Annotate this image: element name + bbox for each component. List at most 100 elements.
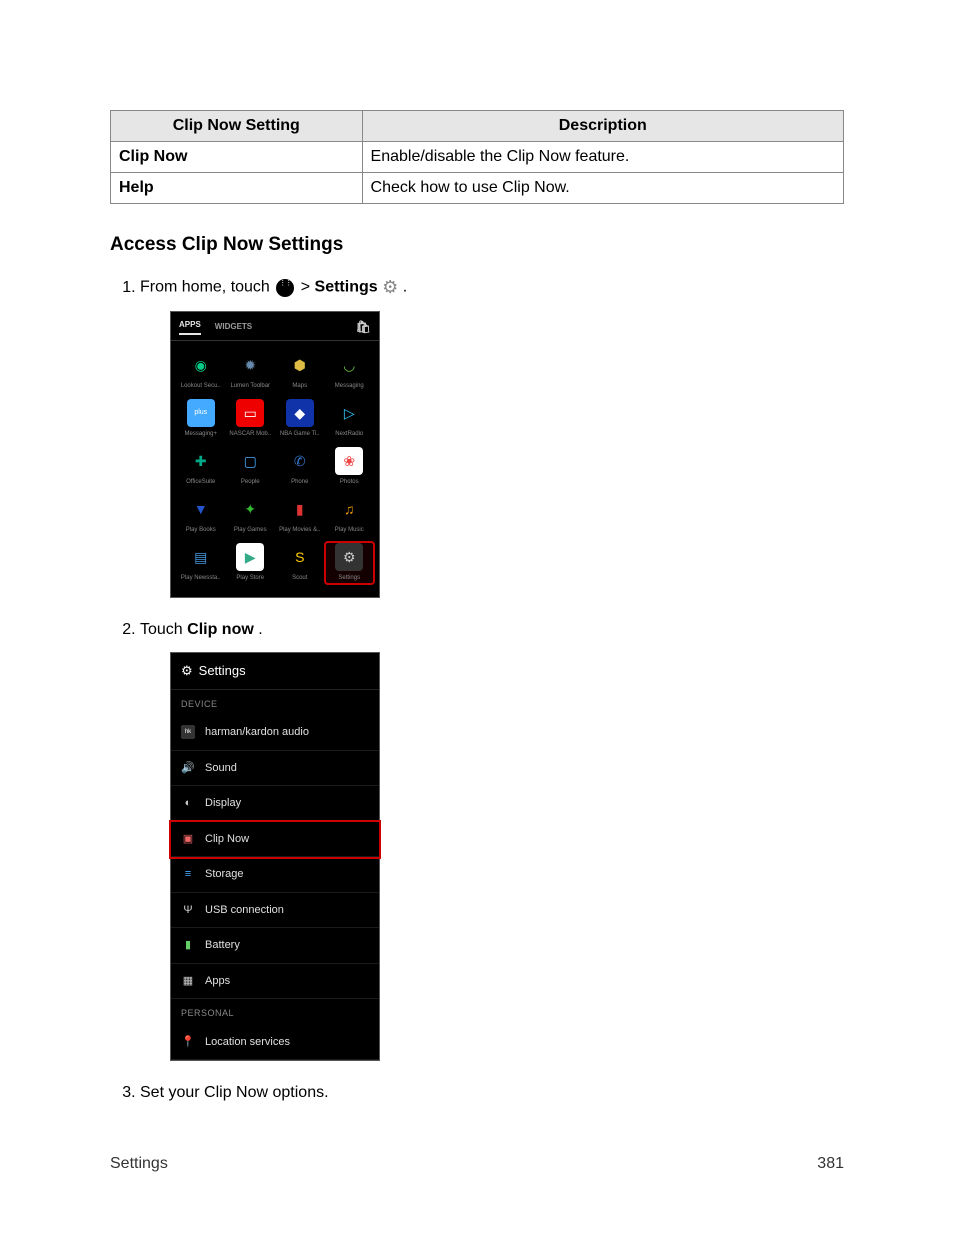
app-icon-messaging[interactable]: ◡ Messaging	[326, 351, 374, 391]
app-label: Lumen Toolbar	[230, 382, 270, 391]
app-drawer-tabs: APPS WIDGETS 🛍	[171, 312, 379, 341]
app-glyph-icon: ▢	[236, 447, 264, 475]
settings-item-icon: Ψ	[181, 903, 195, 917]
app-icon-maps[interactable]: ⬢Maps	[276, 351, 324, 391]
app-label: Play Newssta..	[181, 574, 221, 583]
app-icon-messaging-[interactable]: plusMessaging+	[177, 399, 225, 439]
app-glyph-icon: ▷	[335, 399, 363, 427]
gear-icon: ⚙	[181, 661, 193, 681]
settings-item-label: Sound	[205, 760, 237, 777]
app-label: NextRadio	[335, 430, 363, 439]
settings-item-label: Storage	[205, 866, 244, 883]
app-label: Lookout Secu..	[181, 382, 221, 391]
settings-item-icon: ≡	[181, 867, 195, 881]
app-glyph-icon: ✚	[187, 447, 215, 475]
col-header-setting: Clip Now Setting	[111, 111, 363, 142]
app-label: NASCAR Mob..	[229, 430, 271, 439]
settings-item-harman-kardon-audio[interactable]: hkharman/kardon audio	[171, 715, 379, 751]
settings-title: Settings	[199, 661, 246, 681]
app-label: Play Store	[236, 574, 264, 583]
settings-item-label: Battery	[205, 937, 240, 954]
app-icon-photos[interactable]: ❀Photos	[326, 447, 374, 487]
step2-pretext: Touch	[140, 621, 187, 638]
settings-item-sound[interactable]: 🔊 Sound	[171, 751, 379, 787]
app-icon-play-movies-[interactable]: ▮ Play Movies &..	[276, 495, 324, 535]
table-row: Clip Now Enable/disable the Clip Now fea…	[111, 142, 844, 173]
section-personal: PERSONAL	[171, 999, 379, 1025]
cell-description: Check how to use Clip Now.	[362, 173, 843, 204]
settings-item-icon: 🔊	[181, 761, 195, 775]
app-icon-play-books[interactable]: ▼Play Books	[177, 495, 225, 535]
settings-item-icon: 📍	[181, 1035, 195, 1049]
settings-item-label: harman/kardon audio	[205, 724, 309, 741]
settings-item-apps[interactable]: ▦Apps	[171, 964, 379, 1000]
app-icon-settings[interactable]: ⚙Settings	[326, 543, 374, 583]
app-label: Play Movies &..	[279, 526, 320, 535]
step2-bold: Clip now	[187, 621, 254, 638]
settings-item-battery[interactable]: ▮ Battery	[171, 928, 379, 964]
app-glyph-icon: ◡	[335, 351, 363, 379]
app-glyph-icon: ▭	[236, 399, 264, 427]
settings-item-clip-now[interactable]: ▣ Clip Now	[171, 822, 379, 858]
settings-item-label: Location services	[205, 1034, 290, 1051]
app-icon-scout[interactable]: SScout	[276, 543, 324, 583]
app-icon-play-store[interactable]: ▶ Play Store	[227, 543, 275, 583]
step-3: Set your Clip Now options.	[140, 1081, 844, 1105]
app-label: Play Music	[335, 526, 364, 535]
app-label: Play Games	[234, 526, 267, 535]
app-label: Play Books	[186, 526, 216, 535]
footer-section-label: Settings	[110, 1155, 168, 1173]
screenshot-settings-list: ⚙ Settings DEVICE hkharman/kardon audio🔊…	[170, 652, 380, 1061]
step2-period: .	[258, 621, 262, 638]
app-glyph-icon: ✹	[236, 351, 264, 379]
section-device: DEVICE	[171, 690, 379, 716]
app-icon-lumen-toolbar[interactable]: ✹ Lumen Toolbar	[227, 351, 275, 391]
app-label: Maps	[292, 382, 307, 391]
app-glyph-icon: ▤	[187, 543, 215, 571]
app-glyph-icon: ❀	[335, 447, 363, 475]
settings-item-location-services[interactable]: 📍 Location services	[171, 1025, 379, 1061]
shop-icon[interactable]: 🛍	[356, 318, 371, 336]
cell-setting: Clip Now	[111, 142, 363, 173]
screenshot-app-drawer: APPS WIDGETS 🛍 ◉ Lookout Secu.. ✹ Lumen Too…	[170, 311, 380, 598]
app-icon-play-games[interactable]: ✦ Play Games	[227, 495, 275, 535]
settings-item-storage[interactable]: ≡ Storage	[171, 857, 379, 893]
tab-widgets[interactable]: WIDGETS	[215, 321, 252, 333]
settings-item-icon: ▦	[181, 974, 195, 988]
settings-item-icon: ▮	[181, 938, 195, 952]
step-2: Touch Clip now . ⚙ Settings DEVICE hkhar…	[140, 618, 844, 1061]
clip-now-settings-table: Clip Now Setting Description Clip Now En…	[110, 110, 844, 204]
app-label: Messaging	[335, 382, 364, 391]
page-footer: Settings 381	[110, 1155, 844, 1173]
tab-apps[interactable]: APPS	[179, 319, 201, 335]
app-icon-nba-game-ti-[interactable]: ◆NBA Game Ti..	[276, 399, 324, 439]
cell-description: Enable/disable the Clip Now feature.	[362, 142, 843, 173]
app-icon-play-music[interactable]: ♫Play Music	[326, 495, 374, 535]
apps-drawer-icon	[276, 279, 294, 297]
app-glyph-icon: plus	[187, 399, 215, 427]
app-icon-lookout-secu-[interactable]: ◉ Lookout Secu..	[177, 351, 225, 391]
app-icon-officesuite[interactable]: ✚OfficeSuite	[177, 447, 225, 487]
app-glyph-icon: ◆	[286, 399, 314, 427]
app-icon-play-newssta-[interactable]: ▤ Play Newssta..	[177, 543, 225, 583]
app-icon-nextradio[interactable]: ▷ NextRadio	[326, 399, 374, 439]
cell-setting: Help	[111, 173, 363, 204]
app-icon-people[interactable]: ▢ People	[227, 447, 275, 487]
app-label: People	[241, 478, 260, 487]
app-label: Scout	[292, 574, 307, 583]
app-glyph-icon: ✆	[286, 447, 314, 475]
settings-item-display[interactable]: ◐ Display	[171, 786, 379, 822]
app-glyph-icon: ◉	[187, 351, 215, 379]
app-glyph-icon: ▮	[286, 495, 314, 523]
settings-item-icon: ▣	[181, 832, 195, 846]
settings-item-label: Clip Now	[205, 831, 249, 848]
settings-item-label: Display	[205, 795, 241, 812]
col-header-description: Description	[362, 111, 843, 142]
settings-item-usb-connection[interactable]: ΨUSB connection	[171, 893, 379, 929]
app-icon-nascar-mob-[interactable]: ▭ NASCAR Mob..	[227, 399, 275, 439]
app-glyph-icon: ▶	[236, 543, 264, 571]
settings-item-icon: ◐	[181, 796, 195, 810]
app-icon-phone[interactable]: ✆Phone	[276, 447, 324, 487]
app-glyph-icon: ✦	[236, 495, 264, 523]
step1-pretext: From home, touch	[140, 279, 274, 296]
